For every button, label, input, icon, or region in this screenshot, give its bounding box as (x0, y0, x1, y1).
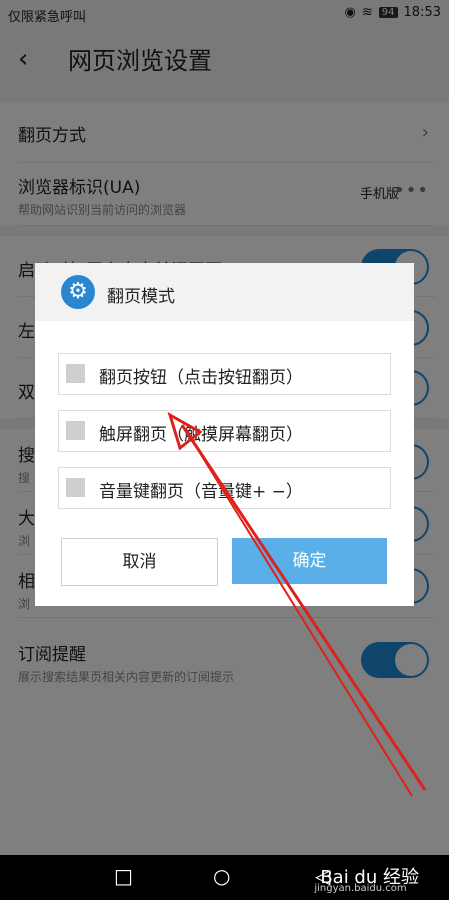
system-nav-bar: □ ○ ◁ Bai du 经验 jingyan.baidu.com (0, 855, 449, 900)
arrow-shaft (180, 424, 427, 791)
recents-icon[interactable]: □ (114, 864, 133, 888)
watermark-url: jingyan.baidu.com (314, 883, 407, 894)
home-icon[interactable]: ○ (213, 864, 230, 888)
settings-screen: 仅限紧急呼叫 ◉ ≋ 94 18:53 ‹ 网页浏览设置 翻页方式 › 浏览器标… (0, 0, 449, 855)
annotation-arrow (167, 411, 427, 797)
arrow-shaft-2 (191, 439, 413, 797)
watermark: Bai du 经验 jingyan.baidu.com (314, 863, 419, 894)
